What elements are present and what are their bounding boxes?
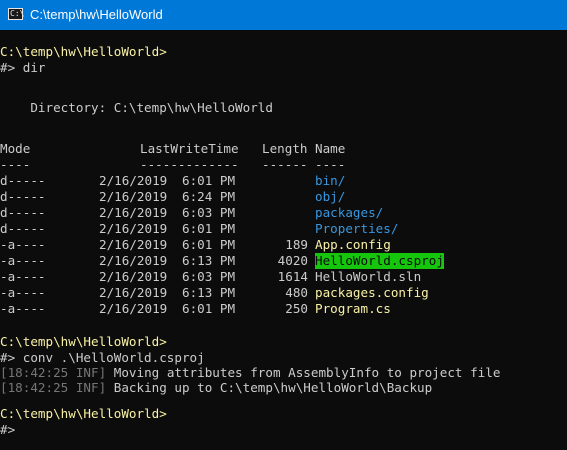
entry-name: App.config (315, 237, 391, 252)
entry-name: packages/ (315, 205, 384, 220)
log-timestamp: [18:42:25 INF] (0, 365, 107, 380)
entry-date: 2/16/2019 (99, 205, 168, 220)
entry-name-highlighted: HelloWorld.csproj (315, 253, 444, 269)
header-mode: Mode (0, 141, 31, 156)
list-item: -a---- 2/16/2019 6:13 PM 4020 HelloWorld… (0, 253, 444, 269)
entry-date: 2/16/2019 (99, 269, 168, 284)
console-icon[interactable]: C:\ (8, 8, 25, 20)
entry-time: 6:03 PM (182, 269, 236, 284)
entry-date: 2/16/2019 (99, 221, 168, 236)
entry-mode: -a---- (0, 301, 46, 316)
entry-name: obj/ (315, 189, 346, 204)
entry-date: 2/16/2019 (99, 189, 168, 204)
list-item: -a---- 2/16/2019 6:01 PM 250 Program.cs (0, 301, 391, 317)
entry-length: 4020 (277, 253, 308, 268)
entry-date: 2/16/2019 (99, 285, 168, 300)
entry-length: 1614 (277, 269, 308, 284)
entry-time: 6:01 PM (182, 237, 236, 252)
entry-mode: d----- (0, 173, 46, 188)
underline-length: ------ (262, 157, 308, 172)
underline-lastwritetime: ------------- (140, 157, 239, 172)
entry-mode: -a---- (0, 269, 46, 284)
list-item: d----- 2/16/2019 6:03 PM packages/ (0, 205, 383, 221)
entry-time: 6:01 PM (182, 221, 236, 236)
log-message: Backing up to C:\temp\hw\HelloWorld\Back… (106, 380, 433, 395)
header-name: Name (315, 141, 346, 156)
list-item: d----- 2/16/2019 6:01 PM bin/ (0, 173, 345, 189)
entry-mode: d----- (0, 205, 46, 220)
entry-time: 6:13 PM (182, 285, 236, 300)
entry-mode: d----- (0, 221, 46, 236)
prompt-path: C:\temp\hw\HelloWorld> (0, 334, 167, 349)
entry-length: 480 (285, 285, 308, 300)
entry-name: HelloWorld.sln (315, 269, 422, 284)
underline-mode: ---- (0, 157, 31, 172)
log-line: [18:42:25 INF] Moving attributes from As… (0, 365, 500, 381)
entry-length: 250 (285, 301, 308, 316)
entry-mode: -a---- (0, 285, 46, 300)
title-bar[interactable]: C:\ C:\temp\hw\HelloWorld (0, 0, 567, 30)
log-line: [18:42:25 INF] Backing up to C:\temp\hw\… (0, 380, 432, 396)
entry-length: 189 (285, 237, 308, 252)
entry-name: bin/ (315, 173, 346, 188)
entry-name: Program.cs (315, 301, 391, 316)
entry-time: 6:24 PM (182, 189, 236, 204)
entry-name: packages.config (315, 285, 429, 300)
console-icon-glyph: C:\ (10, 9, 25, 18)
log-message: Moving attributes from AssemblyInfo to p… (106, 365, 501, 380)
command-line[interactable]: #> (0, 422, 15, 438)
entry-mode: -a---- (0, 237, 46, 252)
list-item: -a---- 2/16/2019 6:03 PM 1614 HelloWorld… (0, 269, 421, 285)
list-item: -a---- 2/16/2019 6:01 PM 189 App.config (0, 237, 391, 253)
list-item: d----- 2/16/2019 6:24 PM obj/ (0, 189, 345, 205)
log-timestamp: [18:42:25 INF] (0, 380, 107, 395)
entry-time: 6:01 PM (182, 173, 236, 188)
header-lastwritetime: LastWriteTime (140, 141, 239, 156)
column-header-row: Mode LastWriteTime Length Name (0, 141, 345, 157)
entry-date: 2/16/2019 (99, 237, 168, 252)
entry-mode: -a---- (0, 253, 46, 268)
entry-time: 6:13 PM (182, 253, 236, 268)
directory-line: Directory: C:\temp\hw\HelloWorld (0, 100, 273, 115)
entry-time: 6:01 PM (182, 301, 236, 316)
list-item: d----- 2/16/2019 6:01 PM Properties/ (0, 221, 398, 237)
header-length: Length (262, 141, 308, 156)
prompt-path: C:\temp\hw\HelloWorld> (0, 44, 167, 59)
terminal-window: C:\ C:\temp\hw\HelloWorld C:\temp\hw\Hel… (0, 0, 567, 450)
underline-name: ---- (315, 157, 346, 172)
entry-date: 2/16/2019 (99, 253, 168, 268)
list-item: -a---- 2/16/2019 6:13 PM 480 packages.co… (0, 285, 429, 301)
entry-time: 6:03 PM (182, 205, 236, 220)
entry-date: 2/16/2019 (99, 173, 168, 188)
entry-mode: d----- (0, 189, 46, 204)
entry-name: Properties/ (315, 221, 399, 236)
column-underline-row: ---- ------------- ------ ---- (0, 157, 345, 173)
command-line: #> conv .\HelloWorld.csproj (0, 350, 205, 365)
entry-date: 2/16/2019 (99, 301, 168, 316)
window-title: C:\temp\hw\HelloWorld (30, 7, 163, 22)
command-line: #> dir (0, 60, 46, 75)
prompt-path: C:\temp\hw\HelloWorld> (0, 406, 167, 421)
